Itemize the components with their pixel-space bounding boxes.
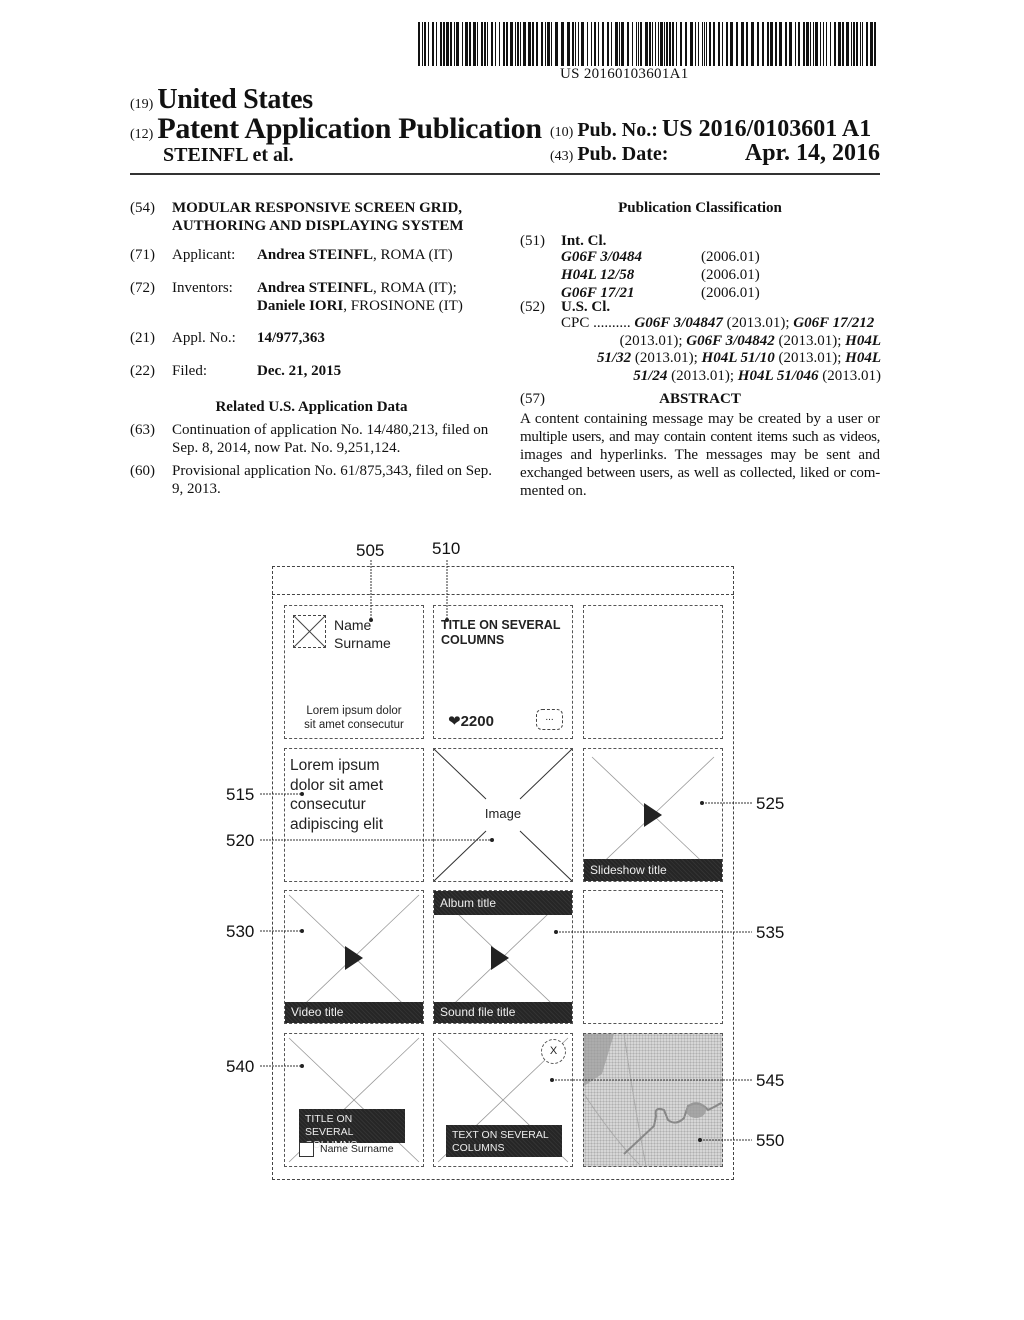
ref-505: 505 [356,541,385,560]
ref-540: 540 [226,1057,255,1076]
ref-515: 515 [226,785,255,804]
ref-530: 530 [226,922,255,941]
ref-550: 550 [756,1131,785,1150]
ref-520: 520 [226,831,255,850]
ref-545: 545 [756,1071,785,1090]
reference-leaders [260,560,752,1142]
ref-510: 510 [432,539,461,558]
ref-535: 535 [756,923,785,942]
ref-525: 525 [756,794,785,813]
